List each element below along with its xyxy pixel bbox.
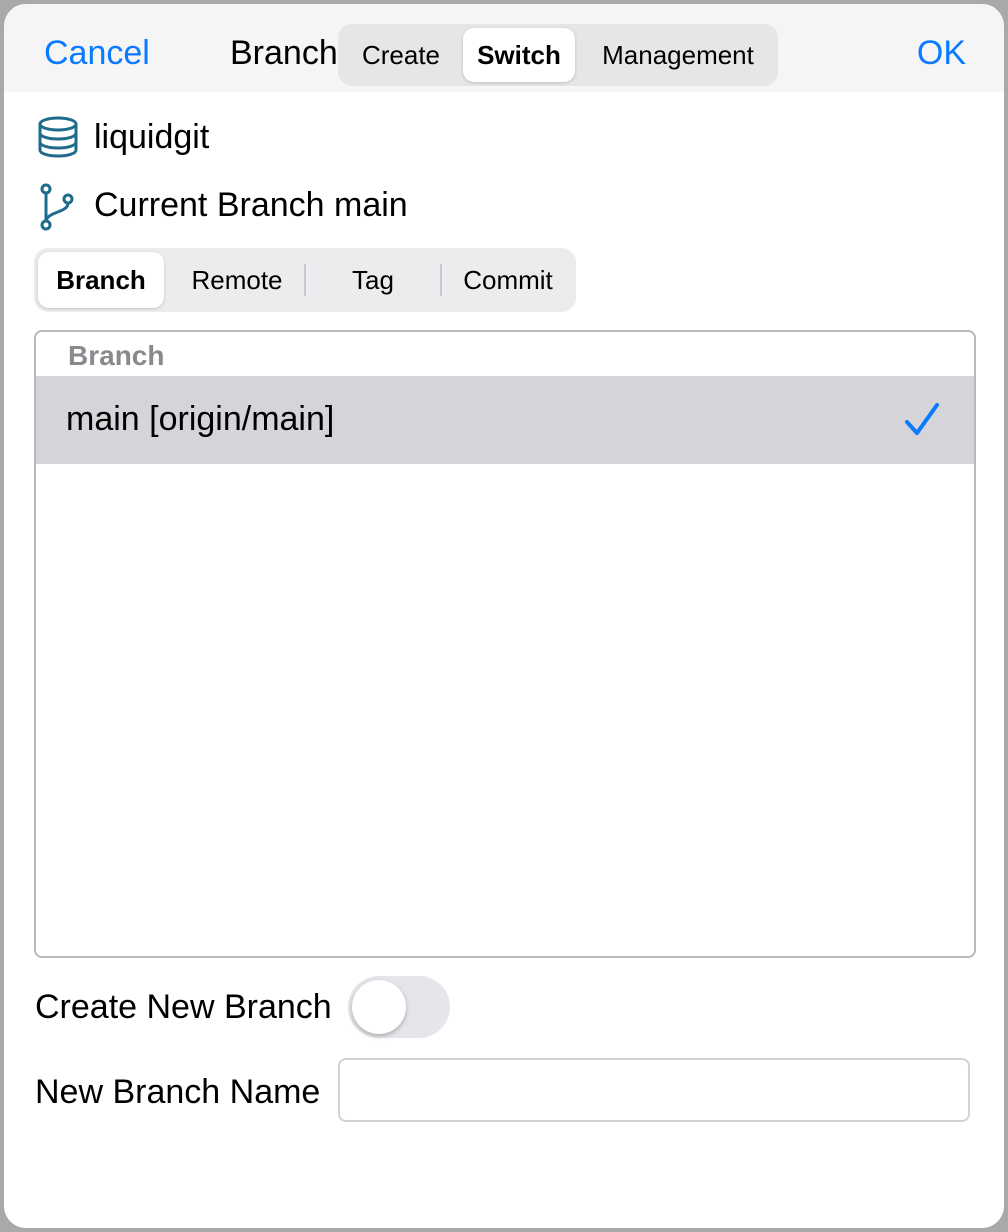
tab-remote[interactable]: Remote — [170, 252, 304, 308]
database-icon — [36, 115, 80, 159]
branch-dialog: Cancel Branch Create Switch Management O… — [4, 4, 1004, 1228]
tab-tag[interactable]: Tag — [306, 252, 440, 308]
list-section-header: Branch — [68, 340, 165, 371]
mode-create-tab[interactable]: Create — [342, 28, 460, 82]
page-title: Branch — [230, 34, 338, 72]
branch-icon — [36, 183, 80, 231]
repository-row: liquidgit — [36, 112, 209, 162]
new-branch-name-label: New Branch Name — [35, 1073, 321, 1111]
branch-list[interactable]: Branch main [origin/main] — [34, 330, 976, 958]
current-branch-row: Current Branch main — [36, 180, 408, 231]
ref-type-segmented-control: Branch Remote Tag Commit — [34, 248, 576, 312]
branch-name: main [origin/main] — [66, 400, 335, 438]
new-branch-name-input[interactable] — [338, 1058, 970, 1122]
toggle-knob — [352, 980, 406, 1034]
create-new-branch-toggle[interactable] — [348, 976, 450, 1038]
mode-switch-tab[interactable]: Switch — [463, 28, 575, 82]
mode-segmented-control: Create Switch Management — [338, 24, 778, 86]
current-branch-label: Current Branch main — [94, 185, 408, 224]
create-new-branch-label: Create New Branch — [35, 988, 332, 1026]
cancel-button[interactable]: Cancel — [44, 34, 150, 73]
checkmark-icon — [904, 402, 940, 438]
mode-management-tab[interactable]: Management — [582, 28, 774, 82]
tab-commit[interactable]: Commit — [442, 252, 574, 308]
list-item[interactable]: main [origin/main] — [36, 376, 974, 464]
repository-name: liquidgit — [94, 117, 210, 156]
tab-branch[interactable]: Branch — [38, 252, 164, 308]
navigation-bar: Cancel Branch Create Switch Management O… — [4, 4, 1004, 92]
ok-button[interactable]: OK — [917, 34, 966, 73]
